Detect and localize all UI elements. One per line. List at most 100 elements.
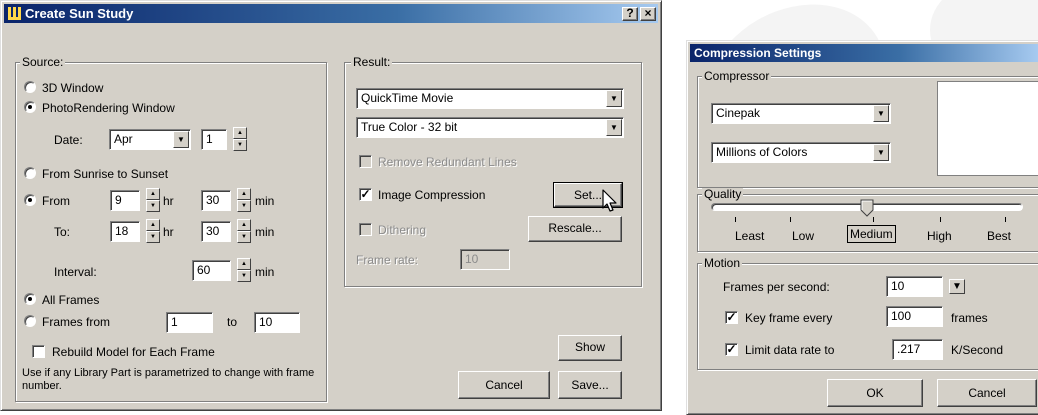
radio-from[interactable] [24, 194, 36, 206]
spin-up-icon[interactable]: ▲ [237, 258, 251, 270]
date-month-select[interactable]: Apr ▼ [109, 129, 191, 150]
compressor-value: Cinepak [716, 106, 761, 120]
date-day-field[interactable]: 1 [201, 129, 227, 150]
quality-tick [940, 217, 941, 222]
keyframe-field[interactable]: 100 [886, 306, 943, 327]
dialog-title: Create Sun Study [25, 6, 134, 21]
result-color-value: True Color - 32 bit [361, 120, 458, 134]
quality-tick [735, 217, 736, 222]
quality-tick [873, 217, 874, 222]
chevron-down-icon[interactable]: ▼ [606, 90, 622, 107]
chevron-down-icon[interactable]: ▼ [173, 131, 189, 148]
fps-field[interactable]: 10 [886, 276, 943, 297]
spin-down-icon[interactable]: ▼ [233, 139, 247, 151]
from-hour-unit: hr [163, 194, 174, 208]
spin-up-icon[interactable]: ▲ [233, 127, 247, 139]
quality-tick [790, 217, 791, 222]
compressor-preview [937, 81, 1038, 176]
rebuild-model-checkbox[interactable] [32, 345, 45, 358]
result-group-label: Result: [351, 55, 393, 69]
cancel-button[interactable]: Cancel [458, 371, 550, 399]
label-photorendering-window: PhotoRendering Window [42, 101, 175, 115]
to-hour-unit: hr [163, 225, 174, 239]
quality-slider-thumb[interactable] [860, 199, 874, 217]
chevron-down-icon[interactable]: ▼ [606, 119, 622, 136]
frame-rate-field[interactable]: 10 [460, 249, 510, 270]
radio-frames-from[interactable] [24, 315, 36, 327]
label-frames-from: Frames from [42, 315, 111, 329]
ok-button[interactable]: OK [827, 379, 923, 407]
spin-down-icon[interactable]: ▼ [237, 200, 251, 212]
from-hour-spinner[interactable]: ▲ ▼ [146, 188, 160, 212]
keyframe-label: Key frame every [745, 311, 833, 325]
colors-select[interactable]: Millions of Colors ▼ [711, 142, 891, 163]
remove-redundant-label: Remove Redundant Lines [378, 155, 517, 169]
frames-from-field[interactable]: 1 [166, 312, 213, 333]
quality-mark-best: Best [987, 229, 1012, 243]
rebuild-note: Use if any Library Part is parametrized … [22, 367, 315, 392]
datarate-label: Limit data rate to [745, 343, 835, 357]
quality-mark-low: Low [792, 229, 815, 243]
show-button[interactable]: Show [558, 335, 622, 361]
compressor-group-label: Compressor [702, 69, 772, 83]
dithering-checkbox[interactable] [359, 223, 372, 236]
chevron-down-icon[interactable]: ▼ [873, 144, 889, 161]
compressor-select[interactable]: Cinepak ▼ [711, 103, 891, 124]
fps-label: Frames per second: [723, 280, 830, 294]
sun-study-dialog: Create Sun Study ? × Source: 3D Window P… [0, 0, 662, 411]
motion-group-label: Motion [702, 256, 743, 270]
to-minute-unit: min [255, 225, 275, 239]
datarate-unit: K/Second [951, 343, 1004, 357]
rebuild-model-label: Rebuild Model for Each Frame [52, 345, 215, 359]
label-sunrise-to-sunset: From Sunrise to Sunset [42, 167, 169, 181]
date-day-spinner[interactable]: ▲ ▼ [233, 127, 247, 151]
datarate-field[interactable]: .217 [892, 339, 943, 360]
quality-mark-least: Least [735, 229, 765, 243]
spin-down-icon[interactable]: ▼ [146, 200, 160, 212]
frames-to-label: to [227, 315, 238, 329]
spin-up-icon[interactable]: ▲ [237, 219, 251, 231]
close-button[interactable]: × [640, 7, 656, 21]
to-hour-spinner[interactable]: ▲ ▼ [146, 219, 160, 243]
compression-cancel-button[interactable]: Cancel [937, 379, 1037, 407]
to-minute-spinner[interactable]: ▲ ▼ [237, 219, 251, 243]
from-hour-field[interactable]: 9 [110, 190, 140, 211]
result-format-select[interactable]: QuickTime Movie ▼ [356, 88, 624, 109]
spin-up-icon[interactable]: ▲ [237, 188, 251, 200]
spin-down-icon[interactable]: ▼ [237, 231, 251, 243]
dithering-label: Dithering [378, 223, 427, 237]
rescale-button[interactable]: Rescale... [528, 216, 622, 242]
image-compression-checkbox[interactable]: ✓ [359, 188, 372, 201]
result-color-select[interactable]: True Color - 32 bit ▼ [356, 117, 624, 138]
keyframe-checkbox[interactable]: ✓ [725, 311, 738, 324]
from-minute-field[interactable]: 30 [201, 190, 231, 211]
quality-mark-high: High [927, 229, 952, 243]
fps-dropdown-button[interactable]: ▼ [949, 279, 965, 294]
spin-down-icon[interactable]: ▼ [146, 231, 160, 243]
from-minute-unit: min [255, 194, 275, 208]
radio-3d-window[interactable] [24, 81, 36, 93]
spin-up-icon[interactable]: ▲ [146, 188, 160, 200]
spin-up-icon[interactable]: ▲ [146, 219, 160, 231]
result-format-value: QuickTime Movie [361, 91, 454, 105]
mouse-cursor-icon [602, 189, 617, 212]
compression-titlebar[interactable]: Compression Settings [690, 44, 1038, 62]
to-hour-field[interactable]: 18 [110, 221, 140, 242]
datarate-checkbox[interactable]: ✓ [725, 343, 738, 356]
keyframe-unit: frames [951, 311, 988, 325]
help-button[interactable]: ? [622, 7, 638, 21]
interval-field[interactable]: 60 [192, 260, 231, 281]
sun-study-titlebar[interactable]: Create Sun Study ? × [4, 4, 658, 23]
spin-down-icon[interactable]: ▼ [237, 270, 251, 282]
interval-spinner[interactable]: ▲ ▼ [237, 258, 251, 282]
save-button[interactable]: Save... [558, 371, 622, 399]
to-minute-field[interactable]: 30 [201, 221, 231, 242]
from-minute-spinner[interactable]: ▲ ▼ [237, 188, 251, 212]
radio-photorendering-window[interactable] [24, 101, 36, 113]
radio-all-frames[interactable] [24, 293, 36, 305]
chevron-down-icon[interactable]: ▼ [873, 105, 889, 122]
frames-to-field[interactable]: 10 [254, 312, 300, 333]
frame-rate-label: Frame rate: [356, 253, 419, 267]
radio-sunrise-to-sunset[interactable] [24, 167, 36, 179]
remove-redundant-checkbox[interactable] [359, 155, 372, 168]
